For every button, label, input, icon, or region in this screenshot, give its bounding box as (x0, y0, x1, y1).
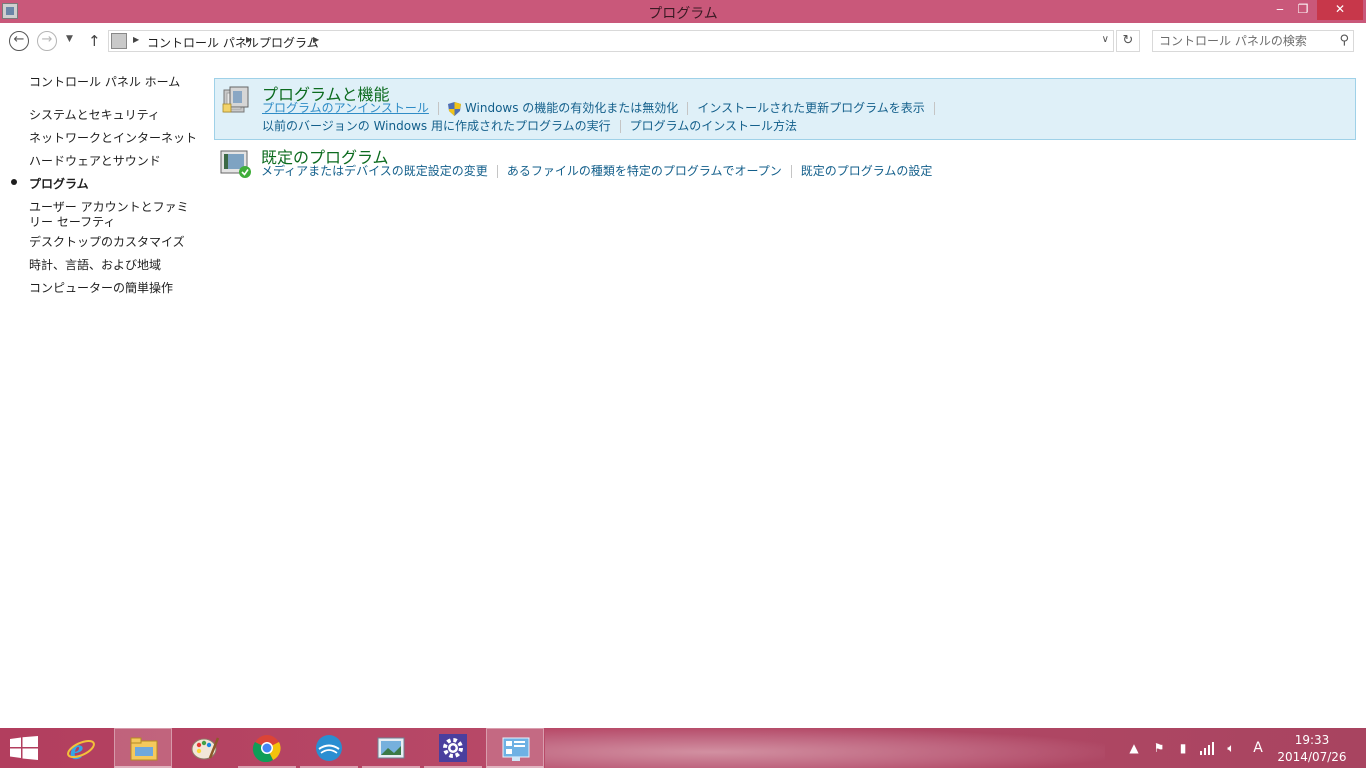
left-link-ease-of-access[interactable]: コンピューターの簡単操作 (29, 281, 199, 296)
search-box[interactable]: ⚲ (1152, 30, 1354, 52)
chevron-down-icon[interactable]: ∨ (1102, 34, 1109, 45)
window-title: プログラム (648, 6, 718, 22)
internet-explorer-icon: e (67, 734, 95, 762)
close-button[interactable]: ✕ (1317, 0, 1363, 20)
folder-icon (130, 737, 158, 761)
navigation-bar: ← → ▼ ↑ ▶ コントロール パネル ▶ プログラム ▶ ∨ ↻ ⚲ (0, 23, 1366, 59)
forward-button[interactable]: → (37, 31, 57, 51)
link-divider (619, 120, 621, 133)
left-link-appearance[interactable]: デスクトップのカスタマイズ (29, 235, 199, 250)
volume-icon[interactable]: 🔈︎ (1223, 740, 1239, 756)
taskbar-wing-app[interactable] (300, 728, 358, 768)
left-link-system-security[interactable]: システムとセキュリティ (29, 108, 199, 123)
back-button[interactable]: ← (9, 31, 29, 51)
chrome-icon (252, 735, 281, 762)
left-arrow-icon: ← (13, 32, 25, 47)
clock-date[interactable]: 2014/07/26 (1276, 750, 1348, 764)
taskbar-photo-viewer[interactable] (362, 728, 420, 768)
maximize-button[interactable]: ❐ (1290, 0, 1316, 20)
taskbar-control-panel[interactable] (486, 728, 544, 768)
how-to-install-link[interactable]: プログラムのインストール方法 (630, 117, 797, 134)
left-link-clock-region[interactable]: 時計、言語、および地域 (29, 258, 199, 273)
breadcrumb-chevron-icon[interactable]: ▶ (246, 35, 252, 44)
installed-updates-link[interactable]: インストールされた更新プログラムを表示 (697, 99, 924, 116)
link-divider (437, 102, 439, 115)
control-panel-icon (502, 737, 530, 761)
breadcrumb-chevron-icon[interactable]: ▶ (133, 35, 139, 44)
bird-app-icon (316, 735, 342, 761)
left-link-hardware-sound[interactable]: ハードウェアとサウンド (29, 154, 199, 169)
taskbar-file-explorer[interactable] (114, 728, 172, 768)
refresh-button[interactable]: ↻ (1116, 30, 1140, 52)
search-icon[interactable]: ⚲ (1339, 33, 1349, 48)
taskbar-chrome[interactable] (238, 728, 296, 768)
clock-time[interactable]: 19:33 (1278, 733, 1346, 747)
refresh-icon: ↻ (1122, 33, 1134, 48)
power-icon[interactable]: ▮ (1175, 740, 1191, 756)
uninstall-program-link[interactable]: プログラムのアンインストール (262, 99, 429, 116)
up-button[interactable]: ↑ (88, 32, 101, 50)
taskbar: e ▲ ⚑ ▮ 🔈︎ A (0, 728, 1366, 768)
category-links-row: メディアまたはデバイスの既定設定の変更 あるファイルの種類を特定のプログラムでオー… (261, 162, 932, 179)
windows-features-link[interactable]: Windows の機能の有効化または無効化 (465, 99, 678, 116)
compatibility-link[interactable]: 以前のバージョンの Windows 用に作成されたプログラムの実行 (262, 117, 611, 134)
gear-icon (439, 734, 467, 762)
title-bar: プログラム ‒ ❐ ✕ (0, 0, 1366, 23)
breadcrumb-control-panel[interactable]: コントロール パネル (147, 34, 259, 51)
taskbar-internet-explorer[interactable]: e (52, 728, 110, 768)
programs-features-icon[interactable] (220, 84, 252, 116)
address-bar[interactable]: ▶ コントロール パネル ▶ プログラム ▶ ∨ (108, 30, 1114, 52)
left-link-user-accounts[interactable]: ユーザー アカウントとファミリー セーフティ (29, 200, 199, 230)
uac-shield-icon (447, 101, 461, 116)
left-pane: コントロール パネル ホーム システムとセキュリティ ネットワークとインターネッ… (0, 59, 210, 724)
category-links-row: プログラムのアンインストール Windows の機能の有効化または無効化 インスト… (262, 99, 944, 116)
category-default-programs: 既定のプログラム メディアまたはデバイスの既定設定の変更 あるファイルの種類を特定… (214, 142, 1356, 192)
search-input[interactable] (1153, 31, 1333, 51)
up-arrow-icon: ↑ (88, 32, 101, 50)
category-programs-features: プログラムと機能 プログラムのアンインストール Windows の機能の有効化ま… (214, 78, 1356, 140)
network-signal-icon[interactable] (1199, 740, 1215, 756)
right-arrow-icon: → (41, 32, 53, 47)
link-divider (933, 102, 935, 115)
ime-indicator[interactable]: A (1250, 740, 1266, 756)
control-panel-icon (111, 33, 127, 49)
signal-bars-icon (1200, 742, 1214, 755)
link-divider (496, 165, 498, 178)
taskbar-paint[interactable] (176, 728, 234, 768)
link-divider (790, 165, 792, 178)
breadcrumb-chevron-icon[interactable]: ▶ (313, 35, 319, 44)
autoplay-settings-link[interactable]: メディアまたはデバイスの既定設定の変更 (261, 162, 488, 179)
desktop-wallpaper (545, 728, 1105, 768)
windows-start-icon[interactable] (10, 736, 38, 760)
default-programs-icon[interactable] (219, 147, 251, 179)
category-links-row: 以前のバージョンの Windows 用に作成されたプログラムの実行 プログラムのイ… (262, 117, 797, 134)
set-default-programs-link[interactable]: 既定のプログラムの設定 (801, 162, 933, 179)
show-hidden-icons-button[interactable]: ▲ (1126, 740, 1142, 756)
link-divider (687, 102, 689, 115)
left-link-network-internet[interactable]: ネットワークとインターネット (29, 131, 199, 146)
taskbar-settings[interactable] (424, 728, 482, 768)
photo-viewer-icon (377, 737, 405, 759)
action-center-flag-icon[interactable]: ⚑ (1151, 740, 1167, 756)
breadcrumb-programs[interactable]: プログラム (259, 34, 319, 51)
paint-palette-icon (191, 737, 220, 760)
main-content: プログラムと機能 プログラムのアンインストール Windows の機能の有効化ま… (214, 59, 1366, 724)
left-link-programs[interactable]: プログラム (29, 177, 199, 192)
current-item-bullet (11, 179, 17, 185)
control-panel-home-link[interactable]: コントロール パネル ホーム (29, 75, 199, 90)
recent-locations-button[interactable]: ▼ (66, 34, 73, 44)
file-type-association-link[interactable]: あるファイルの種類を特定のプログラムでオープン (507, 162, 782, 179)
